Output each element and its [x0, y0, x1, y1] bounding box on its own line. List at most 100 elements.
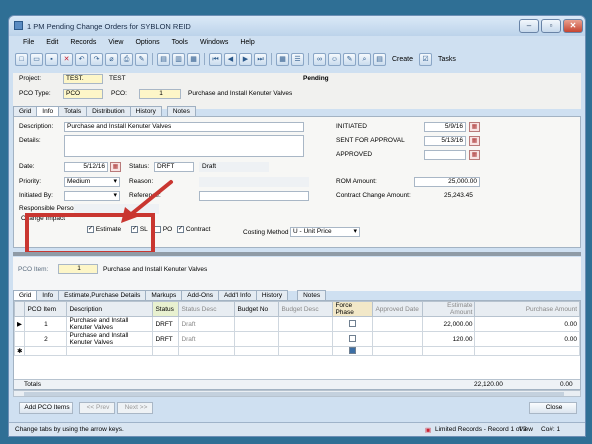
force-phase-checkbox-cell[interactable] [332, 331, 374, 347]
link-icon[interactable]: ∞ [313, 52, 326, 66]
users-icon[interactable]: ☺ [328, 52, 341, 66]
column-header[interactable]: PCO Item [24, 301, 68, 317]
next-record-icon[interactable]: ▶ [239, 52, 252, 66]
prev-button[interactable]: << Prev [79, 402, 115, 414]
create-icon[interactable]: ▤ [373, 52, 386, 66]
po-checkbox[interactable] [154, 226, 161, 233]
force-phase-checkbox[interactable] [349, 347, 357, 355]
details-textarea[interactable] [64, 135, 304, 157]
delete-icon[interactable]: ✕ [60, 52, 73, 66]
layout3-icon[interactable]: ▦ [187, 52, 200, 66]
close-button[interactable]: Close [529, 402, 577, 414]
po-checkbox-wrap[interactable]: PO [154, 226, 172, 233]
table-cell[interactable]: Purchase and Install Kenuter Valves [66, 331, 154, 347]
tab-markups[interactable]: Markups [145, 290, 183, 300]
status-input[interactable]: DRFT [154, 162, 194, 172]
view-status[interactable]: View [519, 426, 533, 433]
redo-icon[interactable]: ↷ [90, 52, 103, 66]
close-window-button[interactable]: ✕ [563, 19, 583, 33]
menu-help[interactable]: Help [234, 37, 260, 49]
calendar-icon[interactable]: ▦ [469, 136, 480, 146]
tab-grid[interactable]: Grid [13, 106, 38, 116]
tools-icon[interactable]: ✎ [135, 52, 148, 66]
calendar-icon[interactable]: ▦ [110, 162, 121, 172]
menu-windows[interactable]: Windows [194, 37, 234, 49]
add-pco-items-button[interactable]: Add PCO Items [19, 402, 73, 414]
search-icon[interactable]: ⌕ [358, 52, 371, 66]
tab-totals[interactable]: Totals [58, 106, 88, 116]
force-phase-checkbox[interactable] [349, 320, 357, 328]
menu-file[interactable]: File [17, 37, 40, 49]
attach-icon[interactable]: ⌀ [105, 52, 118, 66]
maximize-button[interactable]: ▫ [541, 19, 561, 33]
horizontal-scrollbar[interactable] [13, 390, 581, 397]
reference-input[interactable] [199, 191, 309, 201]
rom-amount-input[interactable]: 25,000.00 [414, 177, 480, 187]
tab-info-bottom[interactable]: Info [36, 290, 60, 300]
grid-icon[interactable]: ▦ [276, 52, 289, 66]
column-header[interactable]: Status Desc [178, 301, 236, 317]
tab-distribution[interactable]: Distribution [86, 106, 131, 116]
description-input[interactable]: Purchase and Install Kenuter Valves [64, 122, 304, 132]
column-header[interactable]: Budget No [234, 301, 280, 317]
column-header[interactable]: Description [66, 301, 154, 317]
minimize-button[interactable]: – [519, 19, 539, 33]
table-row[interactable]: ▶ 1 Purchase and Install Kenuter Valves … [13, 316, 580, 332]
column-header[interactable]: Budget Desc [278, 301, 334, 317]
tab-addl-info[interactable]: Add'l Info [217, 290, 257, 300]
edit-icon[interactable]: ✎ [343, 52, 356, 66]
table-cell[interactable]: DRFT [152, 316, 180, 332]
undo-icon[interactable]: ↶ [75, 52, 88, 66]
menu-edit[interactable]: Edit [40, 37, 64, 49]
force-phase-checkbox[interactable] [349, 335, 357, 343]
costing-method-select[interactable]: U - Unit Price [290, 227, 360, 237]
table-cell[interactable]: Purchase and Install Kenuter Valves [66, 316, 154, 332]
layout2-icon[interactable]: ▥ [172, 52, 185, 66]
column-header[interactable]: Purchase Amount [474, 301, 580, 317]
column-header[interactable]: Approved Date [372, 301, 424, 317]
layout-icon[interactable]: ▤ [157, 52, 170, 66]
scrollbar-thumb[interactable] [24, 392, 564, 396]
tab-notes[interactable]: Notes [166, 106, 196, 116]
pco-type-field[interactable]: PCO [63, 89, 103, 99]
approved-date-input[interactable] [424, 150, 466, 160]
tab-history-bottom[interactable]: History [255, 290, 289, 300]
save-icon[interactable]: ▪ [45, 52, 58, 66]
table-cell[interactable]: 2 [24, 331, 68, 347]
menu-view[interactable]: View [102, 37, 129, 49]
pco-item-field[interactable]: 1 [58, 264, 98, 274]
menu-tools[interactable]: Tools [166, 37, 194, 49]
column-header[interactable]: Force Phase [332, 301, 374, 317]
next-button[interactable]: Next >> [117, 402, 153, 414]
column-header[interactable]: Estimate Amount [422, 301, 476, 317]
date-input[interactable]: 5/12/16 [64, 162, 108, 172]
reason-input[interactable] [199, 177, 309, 187]
force-phase-checkbox-cell[interactable] [332, 316, 374, 332]
prev-record-icon[interactable]: ◀ [224, 52, 237, 66]
table-cell[interactable]: DRFT [152, 331, 180, 347]
force-phase-checkbox-cell[interactable] [332, 346, 374, 356]
tab-history[interactable]: History [129, 106, 162, 116]
new-row[interactable]: ✱ [13, 346, 580, 356]
tab-add-ons[interactable]: Add-Ons [181, 290, 219, 300]
menu-records[interactable]: Records [64, 37, 102, 49]
first-record-icon[interactable]: ⏮ [209, 52, 222, 66]
calendar-icon[interactable]: ▦ [469, 150, 480, 160]
list-icon[interactable]: ☰ [291, 52, 304, 66]
pco-field[interactable]: 1 [139, 89, 181, 99]
table-cell[interactable] [234, 331, 280, 347]
open-icon[interactable]: ▭ [30, 52, 43, 66]
table-cell[interactable]: 1 [24, 316, 68, 332]
tab-info[interactable]: Info [36, 106, 60, 116]
print-icon[interactable]: ⎙ [120, 52, 133, 66]
calendar-icon[interactable]: ▦ [469, 122, 480, 132]
tasks-icon[interactable]: ☑ [419, 52, 433, 66]
new-icon[interactable]: □ [15, 52, 28, 66]
tab-notes-bottom[interactable]: Notes [297, 290, 327, 300]
contract-checkbox-wrap[interactable]: ✓ Contract [177, 226, 210, 233]
create-menu-button[interactable]: Create [388, 56, 417, 63]
last-record-icon[interactable]: ⏭ [254, 52, 267, 66]
table-cell[interactable] [234, 316, 280, 332]
tasks-menu-button[interactable]: Tasks [434, 56, 460, 63]
table-row[interactable]: 2 Purchase and Install Kenuter Valves DR… [13, 331, 580, 347]
